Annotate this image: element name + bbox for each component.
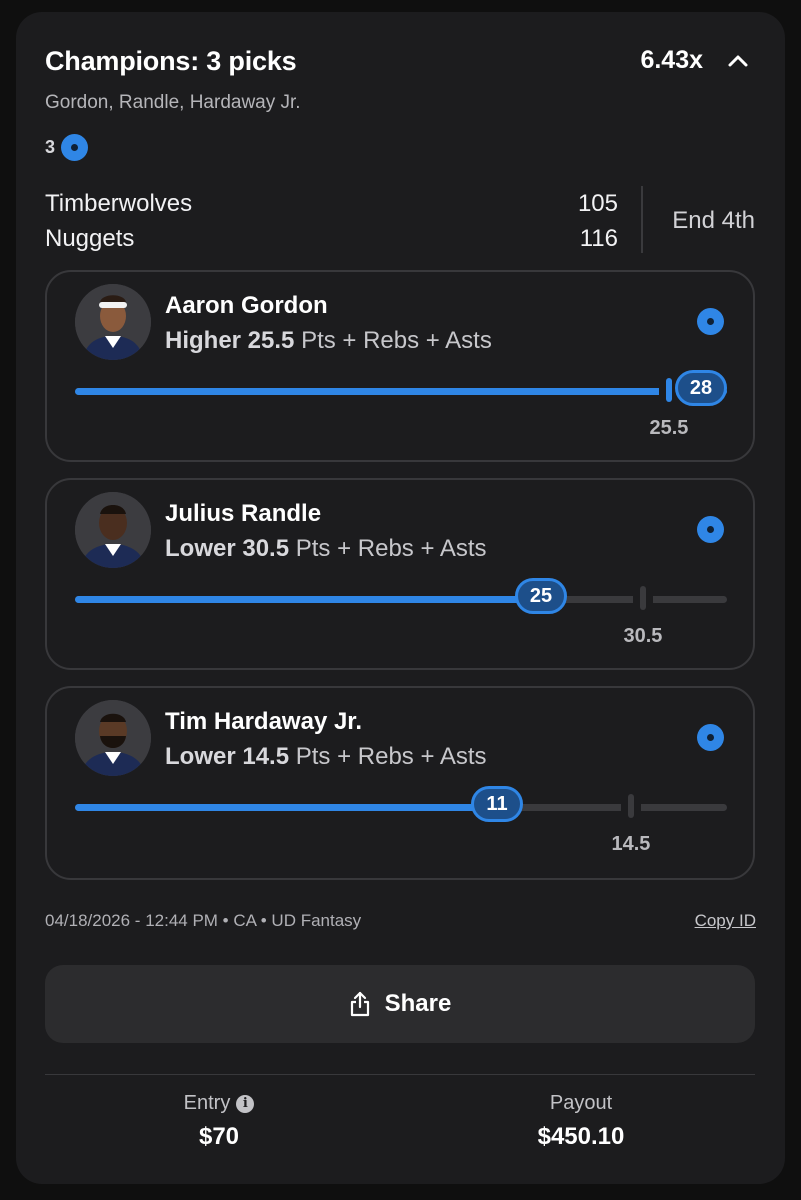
hits-count: 3 xyxy=(45,134,89,161)
players-summary: Gordon, Randle, Hardaway Jr. xyxy=(45,92,301,113)
payout-multiplier: 6.43x xyxy=(640,46,703,74)
player-avatar xyxy=(75,284,151,360)
player-name: Julius Randle xyxy=(165,500,322,527)
share-label: Share xyxy=(384,990,452,1017)
hits-count-number: 3 xyxy=(45,137,56,157)
pick-direction: Lower 30.5 xyxy=(165,535,290,562)
progress-bar: 11 xyxy=(75,786,727,822)
pick-line: Lower 14.5 Pts + Rebs + Asts xyxy=(165,743,487,771)
progress-fill xyxy=(75,596,541,603)
hit-dot-icon xyxy=(61,134,89,161)
hit-dot-icon xyxy=(697,308,724,335)
copy-id-link[interactable]: Copy ID xyxy=(695,911,756,931)
entry-meta: 04/18/2026 - 12:44 PM • CA • UD Fantasy xyxy=(45,911,362,930)
payout-label: Payout xyxy=(549,1092,613,1114)
pick-card-gordon[interactable]: Aaron Gordon Higher 25.5 Pts + Rebs + As… xyxy=(45,270,755,462)
payout-label-row: Payout xyxy=(431,1092,731,1115)
line-value-label: 30.5 xyxy=(623,625,663,647)
team-score-home: 116 xyxy=(579,225,618,252)
line-value-label: 14.5 xyxy=(611,833,651,855)
pick-card-hardaway[interactable]: Tim Hardaway Jr. Lower 14.5 Pts + Rebs +… xyxy=(45,686,755,880)
pick-card-randle[interactable]: Julius Randle Lower 30.5 Pts + Rebs + As… xyxy=(45,478,755,670)
pick-stat: Pts + Rebs + Asts xyxy=(295,743,487,770)
progress-bar: 28 xyxy=(75,370,727,406)
scoreboard-divider xyxy=(641,186,643,253)
player-avatar xyxy=(75,492,151,568)
game-status: End 4th xyxy=(672,207,755,234)
share-button[interactable]: Share xyxy=(45,965,755,1043)
pick-stat: Pts + Rebs + Asts xyxy=(295,535,487,562)
pick-direction: Lower 14.5 xyxy=(165,743,290,770)
entry-label: Entry xyxy=(183,1092,231,1114)
payout-amount: Payout $450.10 xyxy=(431,1092,731,1151)
line-marker xyxy=(666,378,672,402)
actual-value-bubble: 28 xyxy=(675,370,727,406)
chevron-up-icon[interactable] xyxy=(727,50,749,72)
hit-dot-icon xyxy=(697,724,724,751)
progress-fill xyxy=(75,804,497,811)
entry-label-row: Entry i xyxy=(69,1092,369,1115)
team-name-home: Nuggets xyxy=(45,225,135,252)
line-value-label: 25.5 xyxy=(649,417,689,439)
game-scoreboard: Timberwolves Nuggets 105 116 End 4th xyxy=(45,186,755,258)
progress-bar: 25 xyxy=(75,578,727,614)
actual-value-bubble: 11 xyxy=(471,786,523,822)
line-marker xyxy=(640,586,646,610)
player-name: Aaron Gordon xyxy=(165,292,328,319)
player-name: Tim Hardaway Jr. xyxy=(165,708,362,735)
pick-line: Higher 25.5 Pts + Rebs + Asts xyxy=(165,327,492,355)
hit-dot-icon xyxy=(697,516,724,543)
team-name-away: Timberwolves xyxy=(45,190,193,217)
entry-title: Champions: 3 picks xyxy=(45,46,297,76)
line-marker xyxy=(628,794,634,818)
footer-divider xyxy=(45,1074,755,1075)
player-avatar xyxy=(75,700,151,776)
info-icon[interactable]: i xyxy=(236,1094,255,1113)
pick-line: Lower 30.5 Pts + Rebs + Asts xyxy=(165,535,487,563)
actual-value-bubble: 25 xyxy=(515,578,567,614)
progress-fill xyxy=(75,388,727,395)
pick-stat: Pts + Rebs + Asts xyxy=(301,327,492,354)
share-icon xyxy=(350,991,369,1017)
entry-amount: Entry i $70 xyxy=(69,1092,369,1151)
entry-value: $70 xyxy=(198,1123,240,1150)
payout-value: $450.10 xyxy=(537,1123,625,1150)
team-score-away: 105 xyxy=(577,190,618,217)
entry-card: Champions: 3 picks 6.43x Gordon, Randle,… xyxy=(16,12,785,1184)
pick-direction: Higher 25.5 xyxy=(165,327,295,354)
